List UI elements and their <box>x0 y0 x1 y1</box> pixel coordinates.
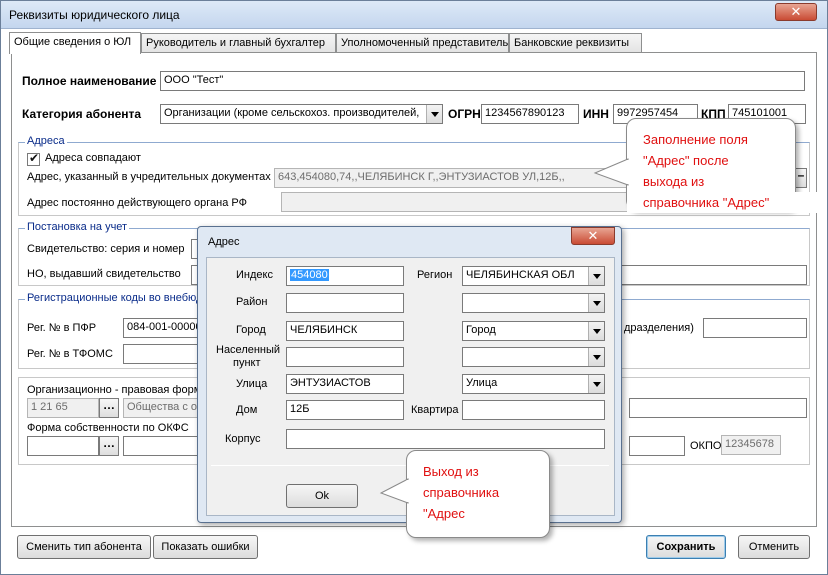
street-input[interactable]: ЭНТУЗИАСТОВ <box>286 374 404 394</box>
index-input[interactable]: 454080 <box>286 266 404 286</box>
chevron-down-icon[interactable] <box>588 294 604 312</box>
okfs-extra-input[interactable] <box>629 436 685 456</box>
callout-address-filled: Заполнение поля "Адрес" после выхода из … <box>593 118 817 213</box>
okfs-lookup-button[interactable]: … <box>99 436 119 456</box>
codes-group-title: Регистрационные коды во внебюд <box>25 292 205 304</box>
city-input[interactable]: ЧЕЛЯБИНСК <box>286 321 404 341</box>
callout-line: "Адрес" после <box>643 153 729 168</box>
addresses-same-checkbox[interactable] <box>27 151 40 166</box>
chevron-down-icon[interactable] <box>588 348 604 366</box>
index-label: Индекс <box>236 269 273 281</box>
dialog-close-button[interactable]: ✕ <box>571 227 615 245</box>
district-label: Район <box>236 296 268 308</box>
street-type-select[interactable]: Улица <box>462 374 605 394</box>
district-type-select[interactable] <box>462 293 605 313</box>
callout-line: Выход из <box>423 464 479 479</box>
addresses-same-label: Адреса совпадают <box>45 152 141 164</box>
callout-pointer <box>379 478 410 504</box>
callout-line: справочника <box>423 485 500 500</box>
okfs-label: Форма собственности по ОКФС <box>27 422 189 434</box>
chevron-down-icon[interactable] <box>588 322 604 340</box>
tax-office-name-input[interactable] <box>619 265 807 285</box>
show-errors-button[interactable]: Показать ошибки <box>153 535 258 559</box>
settlement-label-2: пункт <box>233 357 261 369</box>
apartment-label: Квартира <box>411 404 459 416</box>
callout-line: выхода из <box>643 174 705 189</box>
settlement-type-select[interactable] <box>462 347 605 367</box>
permanent-address-label: Адрес постоянно действующего органа РФ <box>27 197 247 209</box>
inn-label: ИНН <box>583 107 609 121</box>
chevron-down-icon[interactable] <box>426 105 442 123</box>
settlement-input[interactable] <box>286 347 404 367</box>
district-input[interactable] <box>286 293 404 313</box>
cancel-button[interactable]: Отменить <box>738 535 810 559</box>
dialog-title: Адрес <box>208 236 240 248</box>
certificate-label: Свидетельство: серия и номер <box>27 243 185 255</box>
category-label: Категория абонента <box>22 107 142 121</box>
founding-address-button[interactable]: – <box>795 168 807 188</box>
okfs-name-input[interactable] <box>123 436 207 456</box>
tab-general[interactable]: Общие сведения о ЮЛ <box>9 32 141 54</box>
save-button[interactable]: Сохранить <box>646 535 726 559</box>
street-label: Улица <box>236 378 268 390</box>
house-input[interactable]: 12Б <box>286 400 404 420</box>
opf-lookup-button[interactable]: … <box>99 398 119 418</box>
house-label: Дом <box>236 404 258 416</box>
ok-button[interactable]: Ok <box>286 484 358 508</box>
opf-code-input[interactable]: 1 21 65 <box>27 398 99 418</box>
change-type-button[interactable]: Сменить тип абонента <box>17 535 151 559</box>
callout-pointer <box>593 158 630 186</box>
full-name-label: Полное наименование <box>22 74 157 88</box>
subdivision-input[interactable] <box>703 318 807 338</box>
title-bar[interactable]: Реквизиты юридического лица ✕ <box>1 1 827 29</box>
ogrn-label: ОГРН <box>448 107 481 121</box>
okpo-label: ОКПО <box>690 440 722 452</box>
region-select[interactable]: ЧЕЛЯБИНСКАЯ ОБЛ <box>462 266 605 286</box>
opf-label: Организационно - правовая форма <box>27 384 208 396</box>
chevron-down-icon[interactable] <box>588 267 604 285</box>
subdivision-label: дразделения) <box>624 322 694 334</box>
callout-line: Заполнение поля <box>643 132 748 147</box>
ogrn-input[interactable]: 1234567890123 <box>481 104 579 124</box>
tax-office-label: НО, выдавший свидетельство <box>27 268 181 280</box>
chevron-down-icon[interactable] <box>588 375 604 393</box>
city-type-select[interactable]: Город <box>462 321 605 341</box>
window-title: Реквизиты юридического лица <box>9 8 180 22</box>
okpo-input[interactable]: 12345678 <box>721 435 781 455</box>
tab-director[interactable]: Руководитель и главный бухгалтер <box>141 33 336 53</box>
apartment-input[interactable] <box>462 400 605 420</box>
pfr-label: Рег. № в ПФР <box>27 322 97 334</box>
building-label: Корпус <box>225 433 261 445</box>
registration-group-title: Постановка на учет <box>25 221 130 233</box>
category-select[interactable]: Организации (кроме сельскохоз. производи… <box>160 104 443 124</box>
address-group-title: Адреса <box>25 135 67 147</box>
close-icon: ✕ <box>587 228 599 243</box>
tfoms-label: Рег. № в ТФОМС <box>27 348 113 360</box>
callout-line: "Адрес <box>423 506 465 521</box>
region-label: Регион <box>417 269 453 281</box>
opf-name-input[interactable]: Общества с огр <box>123 398 207 418</box>
callout-exit-directory: Выход из справочника "Адрес <box>379 450 550 538</box>
full-name-input[interactable]: ООО "Тест" <box>160 71 805 91</box>
opf-extra-input[interactable] <box>629 398 807 418</box>
close-icon: ✕ <box>790 4 802 19</box>
founding-address-label: Адрес, указанный в учредительных докумен… <box>27 171 271 183</box>
okfs-code-input[interactable] <box>27 436 99 456</box>
callout-line: справочника "Адрес" <box>627 192 817 213</box>
tab-representative[interactable]: Уполномоченный представитель <box>336 33 509 53</box>
close-window-button[interactable]: ✕ <box>775 3 817 21</box>
tab-bank[interactable]: Банковские реквизиты <box>509 33 642 53</box>
building-input[interactable] <box>286 429 605 449</box>
city-label: Город <box>236 324 266 336</box>
settlement-label: Населенный <box>216 344 281 356</box>
